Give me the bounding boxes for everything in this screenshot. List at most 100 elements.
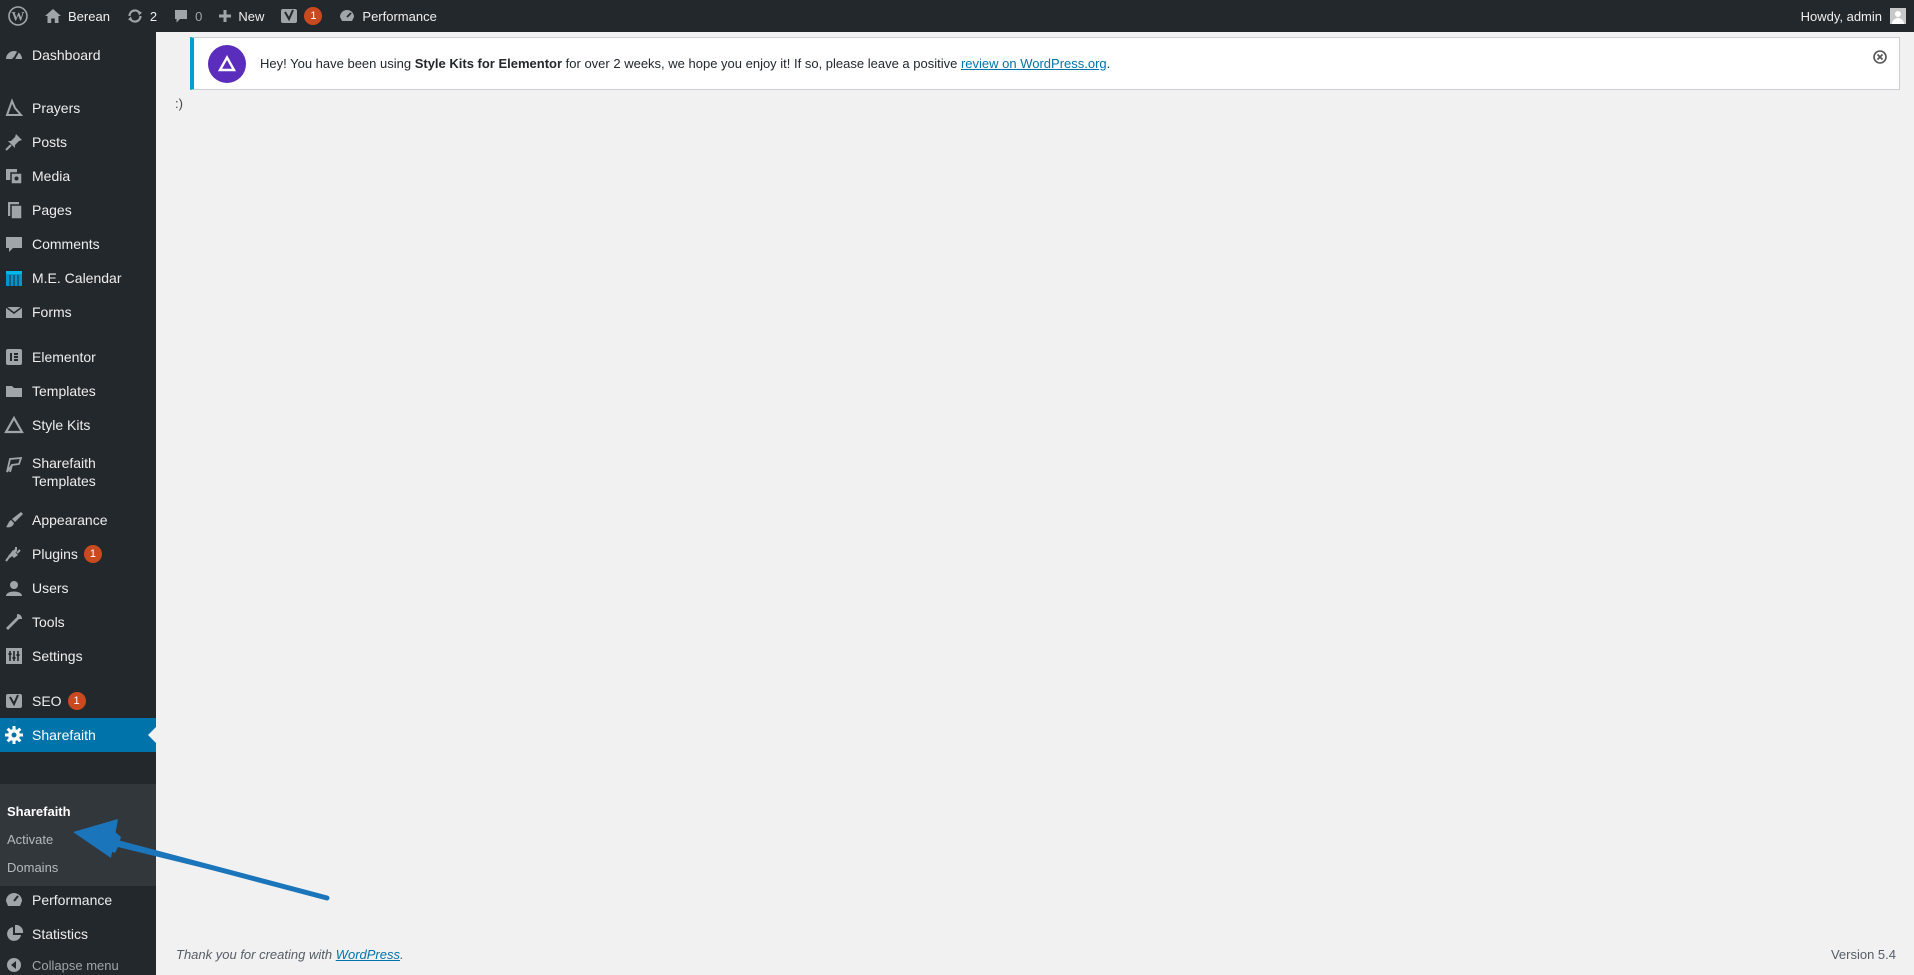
current-menu-pointer — [148, 727, 156, 743]
menu-appearance[interactable]: Appearance — [0, 504, 156, 536]
media-icon — [4, 166, 24, 186]
site-name-link[interactable]: Berean — [36, 0, 118, 32]
menu-label: Templates — [32, 383, 96, 399]
collapse-menu-button[interactable]: Collapse menu — [0, 952, 156, 975]
menu-label: Dashboard — [32, 47, 101, 63]
close-icon — [1873, 50, 1887, 64]
seo-update-badge: 1 — [67, 692, 86, 710]
notice-prefix: Hey! You have been using — [260, 56, 415, 71]
menu-plugins[interactable]: Plugins 1 — [0, 538, 156, 570]
menu-label: Tools — [32, 614, 65, 630]
account-menu[interactable]: Howdy, admin — [1793, 0, 1914, 32]
menu-sharefaith-templates[interactable]: Sharefaith Templates — [0, 454, 156, 494]
sharefaith-submenu: Sharefaith Activate Domains — [0, 784, 156, 886]
settings-icon — [4, 646, 24, 666]
comment-icon — [4, 234, 24, 254]
menu-elementor[interactable]: Elementor — [0, 341, 156, 373]
annotation-arrow — [73, 819, 330, 901]
menu-label: Style Kits — [32, 417, 91, 433]
greeting: Howdy, admin — [1800, 8, 1882, 24]
menu-label: Users — [32, 580, 69, 596]
comments-link[interactable]: 0 — [165, 0, 210, 32]
menu-seo[interactable]: SEO 1 — [0, 685, 156, 717]
envelope-icon — [4, 302, 24, 322]
menu-tools[interactable]: Tools — [0, 606, 156, 638]
performance-icon — [338, 7, 356, 25]
footer-thanks: Thank you for creating with WordPress. — [176, 947, 404, 962]
menu-settings[interactable]: Settings — [0, 640, 156, 672]
review-link[interactable]: review on WordPress.org — [961, 56, 1107, 71]
prayers-icon — [4, 98, 24, 118]
yoast-icon — [4, 691, 24, 711]
menu-label: Settings — [32, 648, 83, 664]
menu-pages[interactable]: Pages — [0, 194, 156, 226]
footer-thanks-suffix: . — [400, 947, 404, 962]
menu-comments[interactable]: Comments — [0, 228, 156, 260]
gear-icon — [4, 725, 24, 745]
performance-adminbar-link[interactable]: Performance — [330, 0, 444, 32]
performance-label: Performance — [362, 8, 437, 24]
wordpress-version: Version 5.4 — [1830, 947, 1896, 962]
menu-me-calendar[interactable]: M.E. Calendar — [0, 262, 156, 294]
menu-label: Comments — [32, 236, 100, 252]
collapse-label: Collapse menu — [32, 957, 119, 973]
menu-label: Performance — [32, 892, 113, 908]
notice-middle: for over 2 weeks, we hope you enjoy it! … — [562, 56, 961, 71]
menu-sharefaith[interactable]: Sharefaith — [0, 718, 156, 752]
plugins-update-badge: 1 — [83, 545, 102, 563]
submenu-activate[interactable]: Activate — [7, 832, 53, 847]
notice-suffix: . — [1106, 56, 1111, 71]
submenu-sharefaith[interactable]: Sharefaith — [7, 804, 71, 819]
wordpress-link[interactable]: WordPress — [336, 947, 400, 962]
page-content-text: :) — [175, 96, 183, 111]
new-content-link[interactable]: New — [210, 0, 272, 32]
pin-icon — [4, 132, 24, 152]
refresh-icon — [126, 7, 144, 25]
menu-media[interactable]: Media — [0, 160, 156, 192]
menu-prayers[interactable]: Prayers — [0, 92, 156, 124]
menu-style-kits[interactable]: Style Kits — [0, 409, 156, 441]
notice-message: Hey! You have been using Style Kits for … — [260, 56, 1110, 71]
menu-label: Posts — [32, 134, 68, 150]
menu-label: Media — [32, 168, 71, 184]
performance-icon — [4, 890, 24, 910]
menu-label: Plugins — [32, 546, 78, 562]
submenu-domains[interactable]: Domains — [7, 860, 58, 875]
wordpress-logo-icon[interactable]: W — [0, 0, 36, 32]
menu-label: SEO — [32, 693, 62, 709]
yoast-icon — [280, 7, 298, 25]
svg-text:W: W — [12, 9, 25, 24]
menu-users[interactable]: Users — [0, 572, 156, 604]
menu-label: Elementor — [32, 349, 96, 365]
collapse-arrow-icon — [4, 955, 24, 975]
folder-icon — [4, 381, 24, 401]
updates-count: 2 — [149, 8, 158, 24]
triangle-icon — [4, 415, 24, 435]
seo-adminbar-link[interactable]: 1 — [272, 0, 330, 32]
menu-posts[interactable]: Posts — [0, 126, 156, 158]
menu-label: Appearance — [32, 512, 108, 528]
menu-performance[interactable]: Performance — [0, 884, 156, 916]
seo-notification-badge: 1 — [304, 7, 323, 25]
menu-templates[interactable]: Templates — [0, 375, 156, 407]
wrench-icon — [4, 612, 24, 632]
menu-label: Statistics — [32, 926, 89, 942]
menu-statistics[interactable]: Statistics — [0, 918, 156, 950]
dismiss-notice-button[interactable] — [1873, 50, 1887, 64]
menu-label: Forms — [32, 304, 72, 320]
menu-label: Prayers — [32, 100, 81, 116]
style-kits-notice: Hey! You have been using Style Kits for … — [190, 37, 1900, 90]
footer-thanks-prefix: Thank you for creating with — [176, 947, 336, 962]
plug-icon — [4, 544, 24, 564]
updates-link[interactable]: 2 — [118, 0, 165, 32]
dashboard-icon — [4, 45, 24, 65]
admin-sidebar: Dashboard Prayers Posts Media Pages Comm… — [0, 32, 156, 975]
menu-dashboard[interactable]: Dashboard — [0, 39, 156, 71]
pie-chart-icon — [4, 924, 24, 944]
menu-label: M.E. Calendar — [32, 270, 122, 286]
site-name: Berean — [68, 8, 110, 24]
sharefaith-templates-icon — [4, 455, 24, 475]
brush-icon — [4, 510, 24, 530]
menu-forms[interactable]: Forms — [0, 296, 156, 328]
admin-bar: W Berean 2 0 New 1 Performance Howdy, ad… — [0, 0, 1914, 32]
